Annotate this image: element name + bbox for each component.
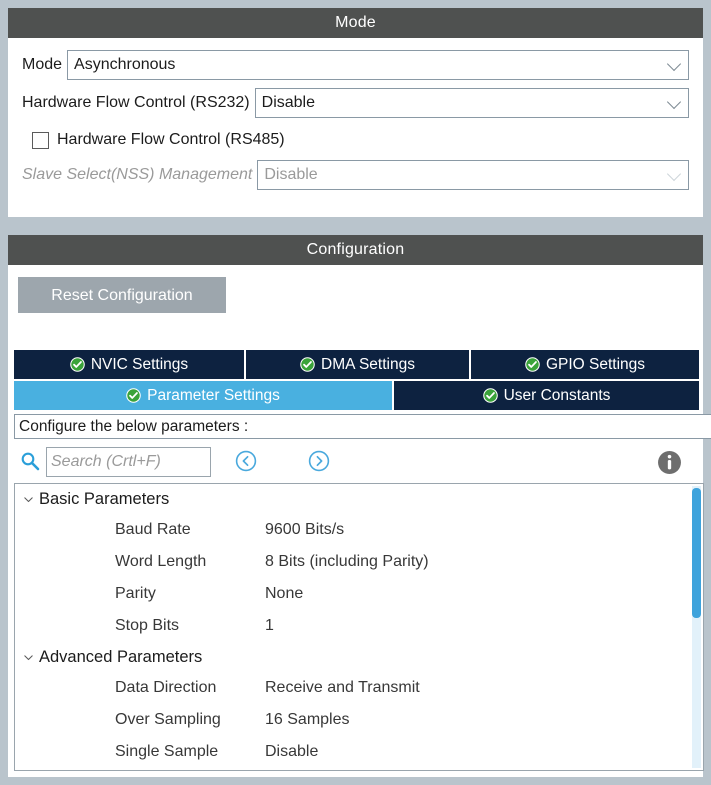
circle-chevron-right-icon[interactable] (308, 450, 330, 472)
tab-nvic-settings-label: NVIC Settings (90, 355, 189, 373)
mode-dropdown-value: Asynchronous (74, 56, 176, 73)
mode-panel: Mode Mode Asynchronous Hardware Flow Con… (7, 7, 704, 218)
configuration-panel-body: Reset Configuration NVIC Settings DMA Se… (8, 265, 711, 777)
green-check-icon (126, 388, 141, 403)
hw-flow-rs485-checkbox[interactable] (32, 131, 49, 149)
tree-row-over-sampling[interactable]: Over Sampling 16 Samples (15, 704, 689, 736)
tree-group-label: Basic Parameters (39, 489, 170, 508)
search-input[interactable] (46, 447, 211, 477)
tree-group-advanced-parameters[interactable]: Advanced Parameters (15, 642, 689, 672)
hw-flow-rs232-value: Disable (261, 94, 315, 111)
tree-row-name: Over Sampling (115, 711, 221, 728)
search-icon[interactable] (20, 451, 40, 471)
configuration-panel-title: Configuration (8, 235, 703, 265)
tab-parameter-settings-label: Parameter Settings (147, 386, 280, 404)
nss-management-row: Slave Select(NSS) Management Disable (22, 160, 689, 190)
tree-group-label: Advanced Parameters (39, 647, 203, 666)
green-check-icon (70, 357, 85, 372)
parameter-search-toolbar (14, 445, 704, 479)
configuration-panel: Configuration Reset Configuration NVIC S… (7, 234, 711, 778)
chevron-down-icon (666, 166, 682, 182)
tab-user-constants-label: User Constants (503, 386, 611, 404)
chevron-down-icon (666, 94, 682, 110)
mode-panel-body: Mode Asynchronous Hardware Flow Control … (8, 38, 703, 190)
tree-row-value: Receive and Transmit (265, 679, 420, 696)
hw-flow-rs485-row[interactable]: Hardware Flow Control (RS485) (32, 126, 689, 154)
circle-chevron-left-icon[interactable] (235, 450, 257, 472)
nss-management-dropdown: Disable (257, 160, 689, 190)
green-check-icon (300, 357, 315, 372)
tab-dma-settings[interactable]: DMA Settings (246, 350, 471, 379)
tree-row-name: Baud Rate (115, 521, 191, 538)
mode-row: Mode Asynchronous (22, 50, 689, 80)
parameter-tree: Basic Parameters Baud Rate 9600 Bits/s W… (14, 483, 704, 771)
tree-row-name: Word Length (115, 553, 207, 570)
configuration-tabs: NVIC Settings DMA Settings GPIO Settings… (14, 350, 699, 410)
cubemx-config-window: Mode Mode Asynchronous Hardware Flow Con… (0, 0, 711, 785)
tab-gpio-settings-label: GPIO Settings (545, 355, 646, 373)
tree-row-value: Disable (265, 743, 319, 760)
tree-row-data-direction[interactable]: Data Direction Receive and Transmit (15, 672, 689, 704)
parameter-tree-scroll-area: Basic Parameters Baud Rate 9600 Bits/s W… (15, 484, 689, 770)
chevron-down-icon (24, 654, 33, 660)
tree-row-parity[interactable]: Parity None (15, 578, 689, 610)
tab-row-2: Parameter Settings User Constants (14, 381, 699, 410)
tree-row-value: 16 Samples (265, 711, 350, 728)
tree-row-name: Single Sample (115, 743, 219, 760)
parameter-tree-scrollbar[interactable] (692, 486, 701, 768)
tab-user-constants[interactable]: User Constants (394, 381, 699, 410)
tree-row-stop-bits[interactable]: Stop Bits 1 (15, 610, 689, 642)
hw-flow-rs232-label: Hardware Flow Control (RS232) (22, 94, 250, 111)
configure-parameters-label: Configure the below parameters : (14, 414, 711, 439)
tree-row-name: Parity (115, 585, 156, 602)
nss-management-label: Slave Select(NSS) Management (22, 166, 253, 183)
mode-label: Mode (22, 56, 63, 73)
tree-row-name: Data Direction (115, 679, 217, 696)
nss-management-value: Disable (264, 166, 318, 183)
tab-gpio-settings[interactable]: GPIO Settings (471, 350, 699, 379)
tab-nvic-settings[interactable]: NVIC Settings (14, 350, 246, 379)
mode-dropdown[interactable]: Asynchronous (67, 50, 689, 80)
hw-flow-rs485-label: Hardware Flow Control (RS485) (57, 131, 285, 148)
tree-row-value: None (265, 585, 304, 602)
tree-row-value: 1 (265, 617, 274, 634)
parameter-tree-scrollbar-thumb[interactable] (692, 488, 701, 618)
tab-row-1: NVIC Settings DMA Settings GPIO Settings (14, 350, 699, 379)
mode-panel-title: Mode (8, 8, 703, 38)
info-icon[interactable] (657, 450, 682, 475)
tab-parameter-settings[interactable]: Parameter Settings (14, 381, 394, 410)
tree-row-name: Stop Bits (115, 617, 180, 634)
tree-row-value: 9600 Bits/s (265, 521, 345, 538)
tree-row-single-sample[interactable]: Single Sample Disable (15, 736, 689, 768)
reset-configuration-button[interactable]: Reset Configuration (18, 277, 226, 313)
hw-flow-rs232-dropdown[interactable]: Disable (254, 88, 689, 118)
chevron-down-icon (666, 56, 682, 72)
hw-flow-rs232-row: Hardware Flow Control (RS232) Disable (22, 88, 689, 118)
tree-row-baud-rate[interactable]: Baud Rate 9600 Bits/s (15, 514, 689, 546)
tree-group-basic-parameters[interactable]: Basic Parameters (15, 484, 689, 514)
green-check-icon (525, 357, 540, 372)
chevron-down-icon (24, 496, 33, 502)
tree-row-word-length[interactable]: Word Length 8 Bits (including Parity) (15, 546, 689, 578)
tree-row-value: 8 Bits (including Parity) (265, 553, 429, 570)
tree-row-clock-prescaler[interactable]: ClockPrescaler 1 (15, 768, 689, 770)
green-check-icon (482, 388, 498, 403)
tab-dma-settings-label: DMA Settings (321, 355, 415, 373)
